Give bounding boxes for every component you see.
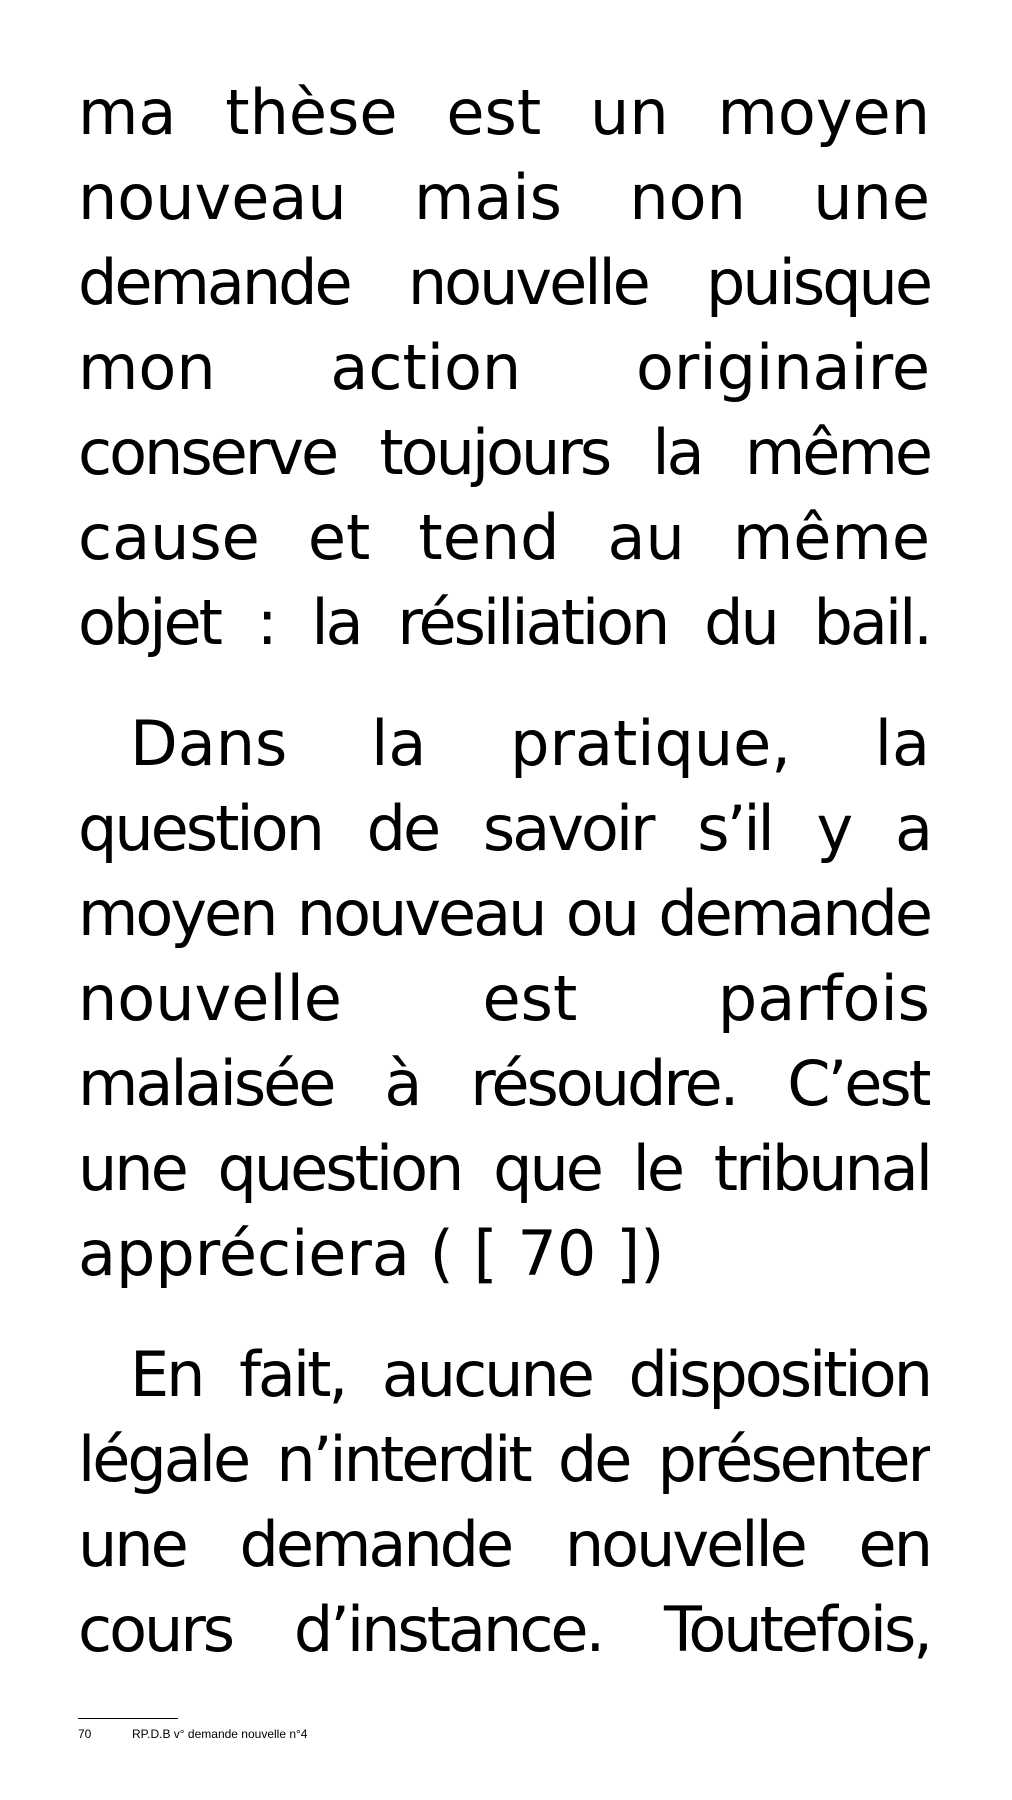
text-line: cause et tend au même — [78, 501, 930, 574]
text-line: moyen nouveau ou demande — [78, 877, 930, 950]
text-line: nouvelle est parfois — [78, 962, 930, 1035]
text-line: nouveau mais non une — [78, 161, 930, 234]
text-line: En fait, aucune disposition — [130, 1338, 930, 1411]
text-line: objet : la résiliation du bail. — [78, 586, 930, 659]
footnote-divider — [78, 1718, 178, 1719]
footnote-number: 70 — [78, 1727, 92, 1741]
paragraph-2: Dans la pratique, la question de savoir … — [78, 701, 930, 1296]
text-line: cours d’instance. Toutefois, — [78, 1593, 930, 1666]
text-line: question de savoir s’il y a — [78, 792, 930, 865]
paragraph-3: En fait, aucune disposition légale n’int… — [78, 1332, 930, 1672]
text-line: légale n’interdit de présenter — [78, 1423, 930, 1496]
footnote-text: RP.D.B v° demande nouvelle n°4 — [132, 1727, 308, 1741]
text-line: une question que le tribunal — [78, 1132, 930, 1205]
footnote: 70 RP.D.B v° demande nouvelle n°4 — [78, 1726, 307, 1742]
text-line: malaisée à résoudre. C’est — [78, 1047, 930, 1120]
text-line: demande nouvelle puisque — [78, 246, 930, 319]
text-line: Dans la pratique, la — [130, 707, 930, 780]
paragraph-1: ma thèse est un moyen nouveau mais non u… — [78, 70, 930, 665]
text-line: mon action originaire — [78, 331, 930, 404]
body-text: ma thèse est un moyen nouveau mais non u… — [78, 70, 930, 1672]
text-line: ma thèse est un moyen — [78, 76, 930, 149]
text-line: conserve toujours la même — [78, 416, 930, 489]
text-line: appréciera ( [ 70 ]) — [78, 1217, 665, 1290]
text-line: une demande nouvelle en — [78, 1508, 930, 1581]
